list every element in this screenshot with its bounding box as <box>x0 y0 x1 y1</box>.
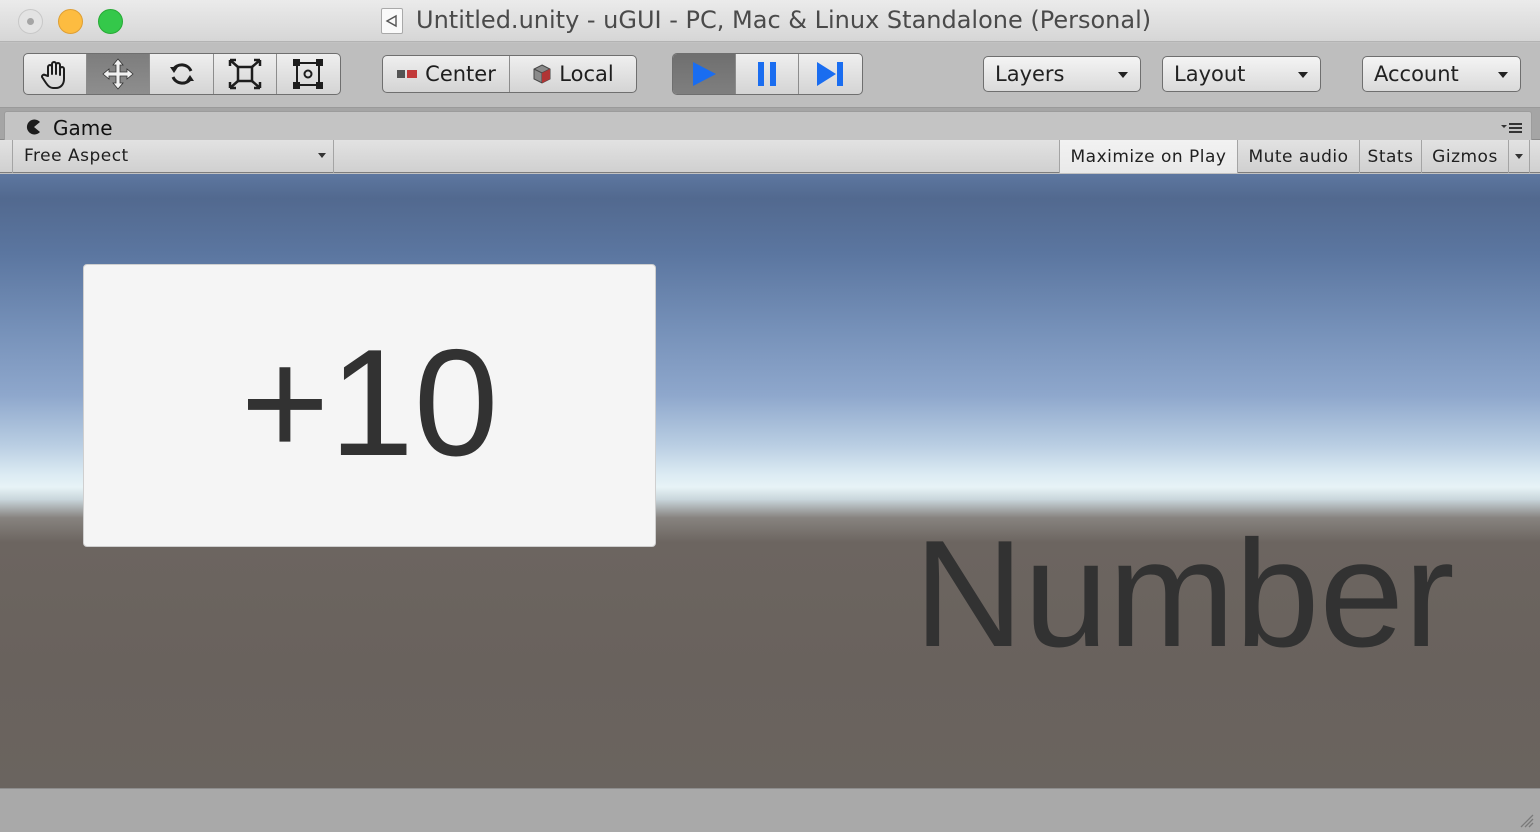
resize-grip-icon[interactable] <box>1518 812 1534 828</box>
pivot-mode-label: Center <box>425 62 496 86</box>
rotate-icon <box>169 63 194 85</box>
pivot-rotation-toggle[interactable]: Local <box>510 56 636 92</box>
mute-audio-label: Mute audio <box>1248 146 1349 167</box>
window-title: Untitled.unity - uGUI - PC, Mac & Linux … <box>416 6 1152 34</box>
move-icon <box>102 58 134 90</box>
pause-icon <box>758 62 776 86</box>
tab-bar: Game <box>0 108 1540 140</box>
gizmos-dropdown[interactable] <box>1508 140 1530 173</box>
pivot-rotation-label: Local <box>559 62 614 86</box>
step-icon <box>817 62 844 86</box>
aspect-label: Free Aspect <box>24 146 129 166</box>
hand-icon <box>41 61 66 89</box>
pivot-center-icon <box>397 70 418 78</box>
gizmos-toggle[interactable]: Gizmos <box>1421 140 1508 173</box>
stats-toggle[interactable]: Stats <box>1359 140 1421 173</box>
move-tool-button[interactable] <box>87 54 151 94</box>
account-label: Account <box>1374 62 1459 86</box>
chevron-down-icon <box>1298 72 1308 78</box>
rotate-tool-button[interactable] <box>150 54 214 94</box>
mute-audio-toggle[interactable]: Mute audio <box>1237 140 1359 173</box>
pivot-mode-toggle[interactable]: Center <box>383 56 510 92</box>
account-dropdown[interactable]: Account <box>1362 56 1521 92</box>
layers-dropdown[interactable]: Layers <box>983 56 1141 92</box>
hand-tool-button[interactable] <box>24 54 88 94</box>
maximize-on-play-toggle[interactable]: Maximize on Play <box>1059 140 1237 173</box>
chevron-down-icon <box>1498 72 1508 78</box>
chevron-down-icon <box>1118 72 1128 78</box>
transform-tools <box>23 53 341 95</box>
maximize-on-play-label: Maximize on Play <box>1070 146 1227 167</box>
minimize-window-button[interactable] <box>58 9 83 34</box>
tab-menu-icon[interactable] <box>1501 121 1523 135</box>
layout-dropdown[interactable]: Layout <box>1162 56 1321 92</box>
chevron-down-icon <box>1515 154 1523 159</box>
scale-tool-button[interactable] <box>214 54 277 94</box>
aspect-dropdown[interactable]: Free Aspect <box>12 140 334 173</box>
game-pacman-icon <box>26 119 40 135</box>
tab-game-label: Game <box>53 116 113 140</box>
status-bar <box>0 788 1540 832</box>
game-view-toolbar: Free Aspect Maximize on Play Mute audio … <box>0 140 1540 173</box>
layers-label: Layers <box>995 62 1065 86</box>
play-button[interactable] <box>673 54 736 94</box>
score-text: +10 <box>240 317 499 488</box>
stats-label: Stats <box>1367 146 1414 167</box>
step-button[interactable] <box>799 54 862 94</box>
close-window-button[interactable] <box>18 9 43 34</box>
pause-button[interactable] <box>736 54 799 94</box>
unity-document-icon <box>381 8 403 34</box>
play-icon <box>693 62 716 86</box>
pivot-toggles: Center Local <box>382 55 637 93</box>
rect-tool-icon <box>293 59 324 89</box>
rect-tool-button[interactable] <box>277 54 340 94</box>
number-text: Number <box>914 509 1455 679</box>
zoom-window-button[interactable] <box>98 9 123 34</box>
game-viewport[interactable]: +10 Number <box>0 174 1540 788</box>
playback-controls <box>672 53 863 95</box>
gizmos-label: Gizmos <box>1432 146 1498 167</box>
tab-game[interactable]: Game <box>4 111 1532 140</box>
local-cube-icon <box>533 64 551 84</box>
window-title-bar: Untitled.unity - uGUI - PC, Mac & Linux … <box>0 0 1540 42</box>
score-panel: +10 <box>83 264 656 547</box>
layout-label: Layout <box>1174 62 1246 86</box>
scale-icon <box>228 58 261 90</box>
chevron-down-icon <box>318 153 326 158</box>
main-toolbar: Center Local Layers Layout Account <box>0 43 1540 108</box>
